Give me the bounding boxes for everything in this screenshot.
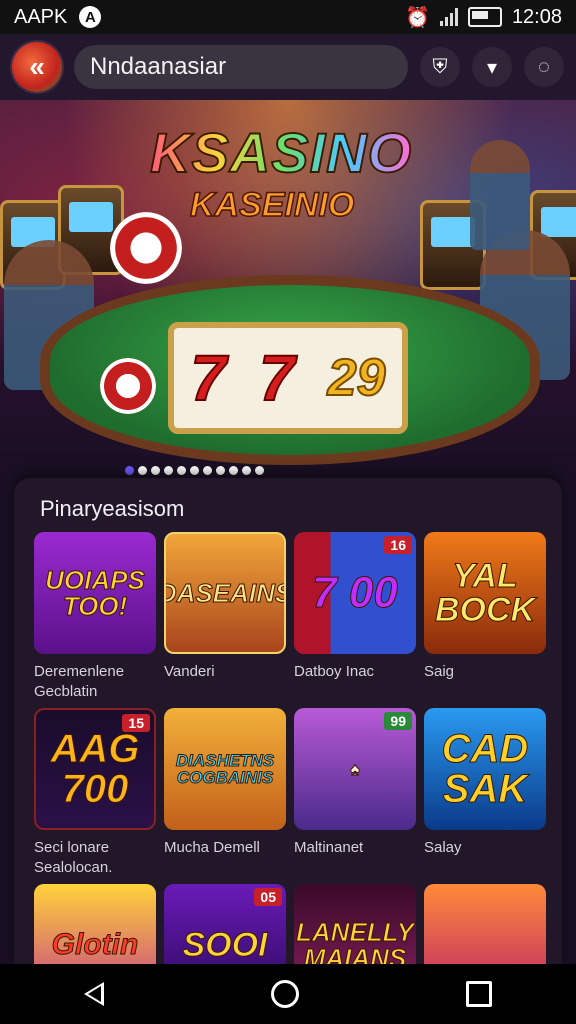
casino-logo: KSASINO — [149, 120, 413, 185]
notification-icon: A — [79, 6, 102, 28]
carousel-dot[interactable] — [151, 466, 160, 475]
search-bar[interactable]: Nndaanasiar — [74, 45, 408, 89]
game-badge: 16 — [384, 536, 412, 554]
games-panel: Pinaryeasisom UOIAPS TOO! Deremenlene Ge… — [14, 478, 562, 1006]
game-title: Datboy Inac — [294, 663, 375, 680]
game-thumbnail[interactable]: DASEAINS — [164, 532, 286, 654]
game-thumbnail[interactable]: AAG 700 15 — [34, 708, 156, 830]
carousel-dot[interactable] — [125, 466, 134, 475]
carousel-dot[interactable] — [190, 466, 199, 475]
battery-icon — [467, 7, 502, 27]
status-app-label: AAPK — [14, 5, 68, 28]
game-title: Salay — [424, 839, 462, 856]
game-thumbnail[interactable]: YAL BOCK — [424, 532, 546, 654]
game-tile[interactable]: CAD SAK Salay — [424, 708, 546, 878]
game-badge: 15 — [122, 714, 150, 732]
bookmark-icon[interactable]: ▾ — [472, 47, 512, 87]
game-art-text: 7 00 — [312, 568, 399, 617]
chip-art — [100, 358, 156, 414]
slot-reels: 7 7 29 — [168, 322, 408, 434]
game-art-text: Glotin — [51, 928, 139, 961]
carousel-dot[interactable] — [216, 466, 225, 475]
game-art-text: AAG 700 — [50, 727, 140, 811]
game-title: Deremenlene Gecblatin — [34, 663, 125, 700]
section-title: Pinaryeasisom — [40, 496, 185, 521]
game-art-text: DIASHETNS COGBAINIS — [175, 751, 275, 787]
game-art-text: UOIAPS TOO! — [45, 565, 146, 621]
reel-2: 7 — [258, 341, 296, 415]
carousel-dot[interactable] — [229, 466, 238, 475]
app-bar: « Nndaanasiar ⛨ ▾ ◌ — [0, 34, 576, 100]
carousel-dot[interactable] — [138, 466, 147, 475]
roulette-wheel-art — [110, 212, 182, 284]
carousel-dot[interactable] — [255, 466, 264, 475]
game-badge: 05 — [254, 888, 282, 906]
game-thumbnail[interactable]: CAD SAK — [424, 708, 546, 830]
game-grid: UOIAPS TOO! Deremenlene Gecblatin DASEAI… — [34, 532, 552, 1006]
game-title: Maltinanet — [294, 839, 364, 856]
casino-logo-sub: KASEINIO — [189, 185, 355, 225]
alarm-icon: ⏰ — [405, 6, 430, 29]
reel-1: 7 — [189, 341, 227, 415]
game-art-text: SOOI — [182, 926, 268, 964]
carousel-dot[interactable] — [164, 466, 173, 475]
game-title: Seci lonare Sealolocan. — [34, 839, 113, 876]
game-title: Saig — [424, 663, 455, 680]
game-tile[interactable]: AAG 700 15 Seci lonare Sealolocan. — [34, 708, 156, 878]
game-tile[interactable]: YAL BOCK Saig — [424, 532, 546, 702]
nav-back-icon[interactable] — [83, 982, 104, 1006]
game-tile[interactable]: DIASHETNS COGBAINIS Mucha Demell — [164, 708, 286, 878]
game-thumbnail[interactable]: ♠ 99 — [294, 708, 416, 830]
system-nav-bar — [0, 964, 576, 1024]
game-thumbnail[interactable]: 7 00 16 — [294, 532, 416, 654]
spinner-icon[interactable]: ◌ — [524, 47, 564, 87]
carousel-indicator[interactable] — [125, 466, 264, 475]
game-title: Mucha Demell — [164, 839, 260, 856]
clock: 12:08 — [511, 5, 562, 28]
game-tile[interactable]: UOIAPS TOO! Deremenlene Gecblatin — [34, 532, 156, 702]
game-badge: 99 — [384, 712, 412, 730]
player-art — [470, 140, 530, 250]
hero-banner[interactable]: 7 7 29 KSASINO KASEINIO — [0, 100, 576, 470]
back-button[interactable]: « — [12, 42, 62, 92]
carousel-dot[interactable] — [242, 466, 251, 475]
game-tile[interactable]: 7 00 16 Datboy Inac — [294, 532, 416, 702]
game-art-text: DASEAINS — [164, 578, 286, 608]
game-tile[interactable]: DASEAINS Vanderi — [164, 532, 286, 702]
game-art-text: ♠ — [350, 759, 361, 779]
game-thumbnail[interactable]: UOIAPS TOO! — [34, 532, 156, 654]
search-text: Nndaanasiar — [90, 53, 227, 80]
carousel-dot[interactable] — [177, 466, 186, 475]
game-art-text: CAD SAK — [441, 727, 529, 811]
signal-icon — [439, 8, 458, 26]
shield-icon[interactable]: ⛨ — [420, 47, 460, 87]
game-title: Vanderi — [164, 663, 215, 680]
game-art-text: YAL BOCK — [434, 557, 536, 629]
nav-home-icon[interactable] — [270, 980, 299, 1008]
game-tile[interactable]: ♠ 99 Maltinanet — [294, 708, 416, 878]
carousel-dot[interactable] — [203, 466, 212, 475]
nav-recents-icon[interactable] — [466, 981, 493, 1007]
status-bar: AAPK A ⏰ 12:08 — [0, 0, 576, 34]
reel-3: 29 — [327, 348, 387, 408]
game-thumbnail[interactable]: DIASHETNS COGBAINIS — [164, 708, 286, 830]
